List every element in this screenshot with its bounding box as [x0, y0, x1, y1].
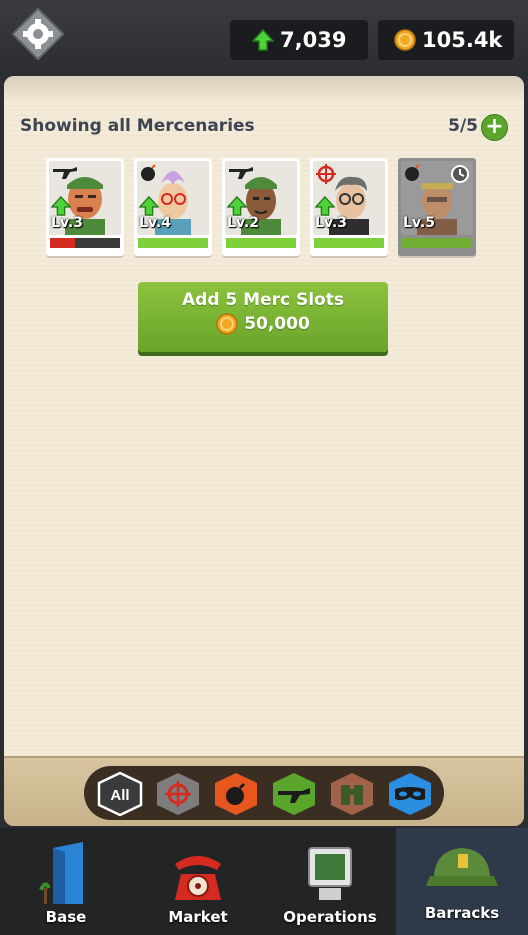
add-merc-slots-button[interactable]: Add 5 Merc Slots 50,000: [138, 282, 388, 352]
xp-value: 7,039: [280, 28, 347, 52]
filter-row: All: [84, 766, 444, 820]
health-bar: [226, 238, 296, 248]
rifle-icon: [229, 167, 253, 179]
coin-icon: [394, 29, 416, 51]
nav-barracks[interactable]: Barracks: [396, 828, 528, 935]
settings-gear-icon[interactable]: [12, 8, 64, 60]
health-bar-fill: [402, 238, 472, 248]
health-bar: [50, 238, 120, 248]
upgrade-arrow-icon: [227, 196, 247, 216]
mercenaries-panel: Showing all Mercenaries 5/5 + Lv.3 Lv.4 …: [4, 76, 524, 826]
health-bar-fill: [50, 238, 75, 248]
merc-level: Lv.3: [51, 215, 83, 231]
coins-counter[interactable]: 105.4k: [378, 20, 514, 60]
nav-operations[interactable]: Operations: [264, 828, 396, 935]
merc-level: Lv.5: [403, 215, 435, 231]
mercenary-card-busy[interactable]: Lv.5: [398, 158, 476, 256]
nav-base[interactable]: Base: [0, 828, 132, 935]
filter-all-button[interactable]: All: [96, 771, 144, 817]
crosshair-icon: [316, 164, 336, 184]
health-bar: [314, 238, 384, 248]
bomb-icon: [141, 164, 156, 181]
mercenary-card[interactable]: Lv.2: [222, 158, 300, 256]
nav-barracks-label: Barracks: [424, 904, 500, 922]
military-cap-icon: [426, 848, 498, 886]
add-slots-price: 50,000: [244, 314, 310, 334]
filter-sniper-button[interactable]: [154, 771, 202, 817]
add-slots-title: Add 5 Merc Slots: [182, 290, 344, 310]
nav-base-label: Base: [45, 908, 87, 926]
health-bar: [402, 238, 472, 248]
add-slots-price-row: 50,000: [138, 313, 388, 335]
building-icon: [39, 842, 83, 904]
mercenary-card[interactable]: Lv.3: [310, 158, 388, 256]
health-bar-fill: [314, 238, 384, 248]
health-bar: [138, 238, 208, 248]
rifle-icon: [53, 167, 77, 179]
merc-level: Lv.4: [139, 215, 171, 231]
add-slots-plus-icon[interactable]: +: [481, 114, 508, 141]
clock-icon: [451, 165, 469, 183]
health-bar-fill: [138, 238, 208, 248]
filter-scout-button[interactable]: [328, 771, 376, 817]
filter-soldier-button[interactable]: [270, 771, 318, 817]
filter-demolition-button[interactable]: [212, 771, 260, 817]
nav-operations-label: Operations: [283, 908, 377, 926]
upgrade-arrow-icon: [51, 196, 71, 216]
nav-market[interactable]: Market: [132, 828, 264, 935]
top-bar: 7,039 105.4k: [0, 0, 528, 80]
upgrade-arrow-icon: [315, 196, 335, 216]
up-arrow-icon: [252, 29, 274, 51]
panel-shadow: [4, 76, 524, 104]
xp-counter: 7,039: [230, 20, 368, 60]
coin-icon: [216, 313, 238, 335]
health-bar-fill: [226, 238, 296, 248]
showing-label: Showing all Mercenaries: [20, 116, 255, 136]
mercenary-card[interactable]: Lv.4: [134, 158, 212, 256]
filter-all-label: All: [110, 787, 129, 804]
mercenary-card[interactable]: Lv.3: [46, 158, 124, 256]
bottom-nav: Base Market Operations Barracks: [0, 828, 528, 935]
slots-count: 5/5: [448, 116, 478, 136]
upgrade-arrow-icon: [139, 196, 159, 216]
coins-value: 105.4k: [422, 28, 503, 52]
merc-level: Lv.3: [315, 215, 347, 231]
bomb-icon: [405, 164, 420, 181]
merc-level: Lv.2: [227, 215, 259, 231]
filter-bar: All: [4, 756, 524, 826]
computer-icon: [308, 847, 352, 900]
filter-spy-button[interactable]: [386, 771, 434, 817]
nav-market-label: Market: [168, 908, 228, 926]
bomb-icon: [226, 787, 244, 805]
telephone-icon: [175, 856, 221, 900]
